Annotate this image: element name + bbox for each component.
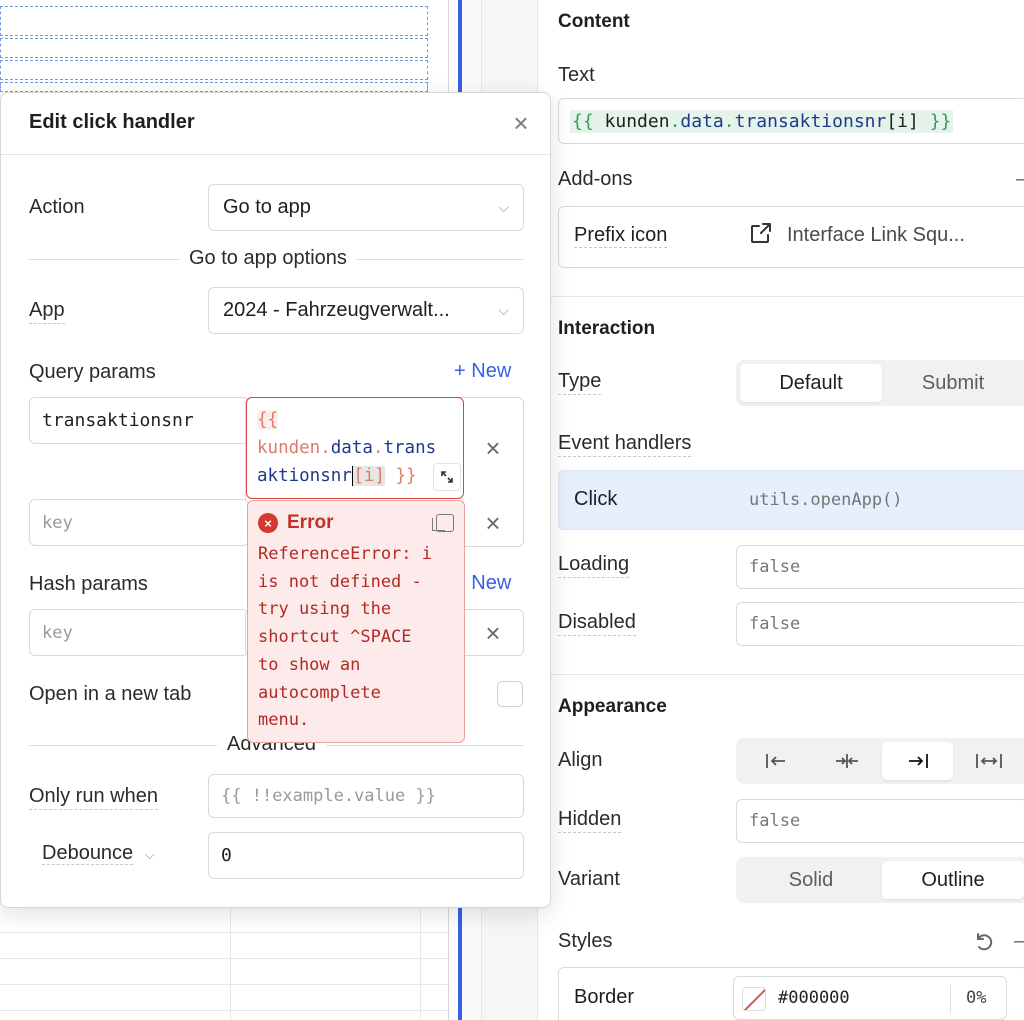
border-opacity-value: 0% xyxy=(966,988,987,1008)
reset-icon[interactable] xyxy=(972,930,996,954)
error-title: Error xyxy=(287,512,334,533)
align-right-icon[interactable] xyxy=(882,742,953,780)
error-icon: × xyxy=(258,513,278,533)
section-divider xyxy=(538,674,1024,675)
copy-icon[interactable] xyxy=(432,514,454,532)
event-code: utils.openApp() xyxy=(749,490,903,510)
hidden-input[interactable]: false xyxy=(736,799,1024,843)
query-value-code-editor[interactable]: {{ kunden.data.trans aktionsnr[i] }} xyxy=(246,397,464,499)
loading-label: Loading xyxy=(558,553,630,578)
query-params-label: Query params xyxy=(29,361,156,383)
canvas-selected-row xyxy=(0,6,428,36)
text-label: Text xyxy=(558,64,595,86)
variant-option-outline[interactable]: Outline xyxy=(882,861,1024,899)
type-option-submit[interactable]: Submit xyxy=(882,364,1024,402)
app-select[interactable]: 2024 - Fahrzeugverwalt... ⌵ xyxy=(208,287,524,334)
table-grid-line xyxy=(0,932,450,933)
query-params-new-button[interactable]: + New xyxy=(454,360,511,383)
action-select[interactable]: Go to app ⌵ xyxy=(208,184,524,231)
open-new-tab-checkbox[interactable] xyxy=(497,681,523,707)
edit-click-handler-modal: Edit click handler × Action Go to app ⌵ … xyxy=(0,92,551,908)
app-label: App xyxy=(29,299,65,324)
chevron-down-icon: ⌵ xyxy=(498,199,509,215)
modal-header: Edit click handler × xyxy=(1,93,550,155)
query-key-input[interactable]: key xyxy=(29,499,249,546)
table-grid-line xyxy=(420,905,421,1020)
variant-option-solid[interactable]: Solid xyxy=(740,861,882,899)
appearance-section-title: Appearance xyxy=(558,696,667,717)
error-popover: × Error ReferenceError: i is not defined… xyxy=(247,500,465,743)
prefix-icon-row[interactable]: Prefix icon Interface Link Squ... xyxy=(558,206,1024,268)
loading-input[interactable]: false xyxy=(736,545,1024,589)
expand-icon[interactable] xyxy=(433,463,461,491)
only-run-when-input[interactable]: {{ !!example.value }} xyxy=(208,774,524,818)
border-row: Border #000000 0% xyxy=(558,967,1024,1020)
styles-collapse-icon[interactable]: – xyxy=(1014,930,1024,953)
type-label: Type xyxy=(558,370,602,395)
canvas-selected-row xyxy=(0,82,428,92)
options-heading: Go to app options xyxy=(179,247,357,270)
event-handler-click[interactable]: Click utils.openApp() xyxy=(558,470,1024,530)
hash-params-label: Hash params xyxy=(29,573,148,595)
addons-label: Add-ons xyxy=(558,168,633,190)
divider xyxy=(950,985,951,1013)
prefix-icon-value: Interface Link Squ... xyxy=(787,224,965,246)
modal-title: Edit click handler xyxy=(29,111,195,133)
addons-collapse-icon[interactable]: – xyxy=(1016,168,1024,191)
debounce-input[interactable]: 0 xyxy=(208,832,524,879)
table-grid-line xyxy=(0,958,450,959)
error-message: ReferenceError: i is not defined - try u… xyxy=(258,544,432,731)
table-grid-line xyxy=(230,905,231,1020)
event-name: Click xyxy=(574,488,618,510)
table-grid-line xyxy=(0,1010,450,1011)
close-icon[interactable]: × xyxy=(509,108,533,138)
align-justify-icon[interactable] xyxy=(953,742,1024,780)
debounce-label[interactable]: Debounce ⌵ xyxy=(42,842,155,865)
only-run-when-label: Only run when xyxy=(29,785,158,810)
disabled-input[interactable]: false xyxy=(736,602,1024,646)
chevron-down-icon: ⌵ xyxy=(498,302,509,318)
border-color-value: #000000 xyxy=(778,988,850,1008)
interaction-section-title: Interaction xyxy=(558,318,656,339)
variant-label: Variant xyxy=(558,868,620,890)
align-center-icon[interactable] xyxy=(811,742,882,780)
border-color-input[interactable]: #000000 0% xyxy=(733,976,1007,1020)
variant-segmented-control: Solid Outline xyxy=(736,857,1024,903)
styles-label: Styles xyxy=(558,930,613,952)
canvas-selected-row xyxy=(0,38,428,58)
canvas-selected-row xyxy=(0,60,428,80)
text-field[interactable]: {{ kunden.data.transaktionsnr[i] }} xyxy=(558,98,1024,144)
query-key-input[interactable]: transaktionsnr xyxy=(29,397,249,444)
disabled-label: Disabled xyxy=(558,611,636,636)
inspector-panel: Content Text {{ kunden.data.transaktions… xyxy=(482,0,1024,1020)
no-color-icon xyxy=(742,987,766,1011)
external-link-icon xyxy=(749,221,773,245)
close-icon[interactable]: × xyxy=(481,618,505,648)
action-label: Action xyxy=(29,196,85,218)
section-divider xyxy=(538,296,1024,297)
hidden-label: Hidden xyxy=(558,808,622,833)
chevron-down-icon: ⌵ xyxy=(144,847,155,862)
close-icon[interactable]: × xyxy=(481,508,505,538)
type-segmented-control: Default Submit xyxy=(736,360,1024,406)
type-option-default[interactable]: Default xyxy=(740,364,882,402)
hash-key-input[interactable]: key xyxy=(29,609,249,656)
table-grid-line xyxy=(0,984,450,985)
align-left-icon[interactable] xyxy=(740,742,811,780)
align-label: Align xyxy=(558,749,603,771)
text-token: {{ kunden.data.transaktionsnr[i] }} xyxy=(570,109,954,133)
align-segmented-control xyxy=(736,738,1024,784)
open-new-tab-label: Open in a new tab xyxy=(29,683,192,705)
close-icon[interactable]: × xyxy=(481,433,505,463)
event-handlers-label: Event handlers xyxy=(558,432,692,457)
prefix-icon-label: Prefix icon xyxy=(574,224,668,248)
plus-icon: + xyxy=(454,360,472,382)
border-label: Border xyxy=(574,986,635,1008)
content-section-title: Content xyxy=(558,11,630,32)
